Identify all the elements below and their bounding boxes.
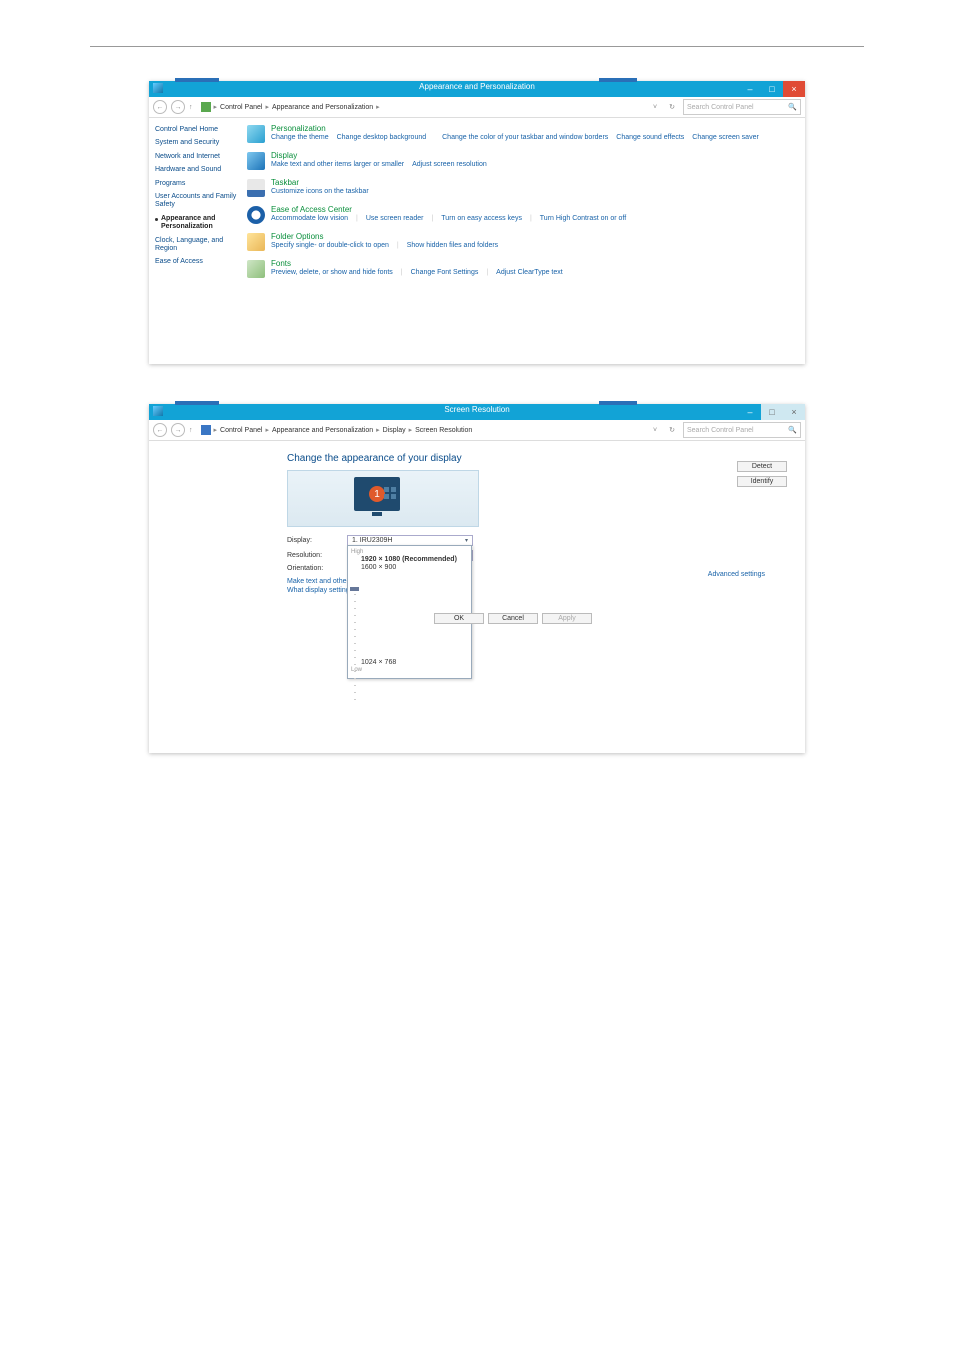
category-link[interactable]: Change screen saver (692, 134, 759, 141)
detect-button[interactable]: Detect (737, 461, 787, 472)
identify-button[interactable]: Identify (737, 476, 787, 487)
monitor-number: 1 (369, 486, 385, 502)
cancel-button[interactable]: Cancel (488, 613, 538, 624)
resolution-slider[interactable] (352, 587, 358, 703)
display-preview: 1 (287, 470, 479, 527)
taskbar-icon (247, 179, 265, 197)
folder-icon (247, 233, 265, 251)
up-button[interactable]: ↑ (189, 104, 193, 111)
category-link[interactable]: Specify single- or double-click to open (271, 242, 389, 249)
refresh-icon[interactable]: ↻ (665, 103, 679, 111)
dd-option[interactable]: 1920 × 1080 (Recommended) (361, 556, 468, 563)
forward-button[interactable]: → (171, 100, 185, 114)
dd-low-label: Low (351, 667, 468, 673)
forward-button[interactable]: → (171, 423, 185, 437)
resolution-label: Resolution: (287, 552, 347, 559)
dd-high-label: High (351, 549, 468, 555)
breadcrumb[interactable]: ▸ Control Panel ▸ Appearance and Persona… (197, 102, 646, 112)
orientation-label: Orientation: (287, 565, 347, 572)
back-button[interactable]: ← (153, 423, 167, 437)
category-title[interactable]: Display (271, 151, 487, 160)
minimize-button[interactable]: – (739, 404, 761, 420)
category-title[interactable]: Fonts (271, 259, 563, 268)
sidebar-item[interactable]: Network and Internet (155, 153, 239, 161)
start-tiles-icon (384, 487, 396, 499)
titlebar[interactable]: Appearance and Personalization – □ × (149, 81, 805, 97)
category-title[interactable]: Folder Options (271, 232, 498, 241)
address-bar: ← → ↑ ▸ Control Panel▸ Appearance and Pe… (149, 420, 805, 441)
dropdown-icon[interactable]: ˅ (649, 427, 661, 434)
personalization-icon (247, 125, 265, 143)
window-title: Screen Resolution (149, 405, 805, 414)
display-icon (201, 425, 211, 435)
close-button[interactable]: × (783, 404, 805, 420)
display-label: Display: (287, 537, 347, 544)
category-link[interactable]: Accommodate low vision (271, 215, 348, 222)
up-button[interactable]: ↑ (189, 427, 193, 434)
category-link[interactable]: Turn on easy access keys (441, 215, 522, 222)
search-input[interactable]: Search Control Panel 🔍 (683, 422, 801, 438)
refresh-icon[interactable]: ↻ (665, 426, 679, 434)
apply-button[interactable]: Apply (542, 613, 592, 624)
display-icon (247, 152, 265, 170)
category-link[interactable]: Change the theme (271, 134, 329, 141)
sidebar-item[interactable]: Programs (155, 180, 239, 188)
address-bar: ← → ↑ ▸ Control Panel ▸ Appearance and P… (149, 97, 805, 118)
sidebar-item[interactable]: System and Security (155, 139, 239, 147)
category-link[interactable]: Change the color of your taskbar and win… (442, 134, 608, 141)
monitor-1[interactable]: 1 (354, 477, 400, 511)
category-link[interactable]: Change sound effects (616, 134, 684, 141)
category-link[interactable]: Change Font Settings (411, 269, 479, 276)
search-icon: 🔍 (788, 103, 797, 111)
advanced-settings-link[interactable]: Advanced settings (708, 571, 765, 578)
dd-option[interactable]: 1024 × 768 (361, 659, 468, 666)
screenshot-resolution: Screen Resolution – □ × ← → ↑ ▸ Control … (149, 404, 805, 753)
control-panel-icon (201, 102, 211, 112)
category-link[interactable]: Show hidden files and folders (407, 242, 498, 249)
close-button[interactable]: × (783, 81, 805, 97)
back-button[interactable]: ← (153, 100, 167, 114)
search-icon: 🔍 (788, 426, 797, 434)
sidebar: Control Panel Home System and Security N… (149, 118, 245, 364)
minimize-button[interactable]: – (739, 81, 761, 97)
resolution-dropdown[interactable]: High 1920 × 1080 (Recommended) 1600 × 90… (347, 545, 472, 679)
sidebar-item[interactable]: User Accounts and Family Safety (155, 193, 239, 210)
sidebar-item[interactable]: Control Panel Home (155, 126, 239, 134)
category-link[interactable]: Customize icons on the taskbar (271, 188, 369, 195)
dd-option[interactable]: 1600 × 900 (361, 564, 468, 571)
titlebar[interactable]: Screen Resolution – □ × (149, 404, 805, 420)
category-link[interactable]: Preview, delete, or show and hide fonts (271, 269, 393, 276)
category-link[interactable]: Make text and other items larger or smal… (271, 161, 404, 168)
category-link[interactable]: Adjust ClearType text (496, 269, 563, 276)
sidebar-item[interactable]: Clock, Language, and Region (155, 237, 239, 254)
category-title[interactable]: Ease of Access Center (271, 205, 626, 214)
screenshot-appearance: Appearance and Personalization – □ × ← →… (149, 81, 805, 364)
search-input[interactable]: Search Control Panel 🔍 (683, 99, 801, 115)
ok-button[interactable]: OK (434, 613, 484, 624)
sidebar-item[interactable]: Hardware and Sound (155, 166, 239, 174)
category-link[interactable]: Turn High Contrast on or off (540, 215, 626, 222)
ease-icon (247, 206, 265, 224)
breadcrumb[interactable]: ▸ Control Panel▸ Appearance and Personal… (197, 425, 646, 435)
dropdown-icon[interactable]: ˅ (649, 104, 661, 111)
category-link[interactable]: Use screen reader (366, 215, 424, 222)
maximize-button[interactable]: □ (761, 404, 783, 420)
maximize-button[interactable]: □ (761, 81, 783, 97)
category-title[interactable]: Personalization (271, 124, 759, 133)
sidebar-item[interactable]: Ease of Access (155, 258, 239, 266)
fonts-icon (247, 260, 265, 278)
category-title[interactable]: Taskbar (271, 178, 369, 187)
content: Personalization Change the theme Change … (245, 118, 805, 364)
category-link[interactable]: Adjust screen resolution (412, 161, 487, 168)
sidebar-item-active[interactable]: Appearance and Personalization (155, 215, 239, 232)
page-heading: Change the appearance of your display (287, 453, 795, 464)
window-title: Appearance and Personalization (149, 82, 805, 91)
category-link[interactable]: Change desktop background (337, 134, 427, 141)
